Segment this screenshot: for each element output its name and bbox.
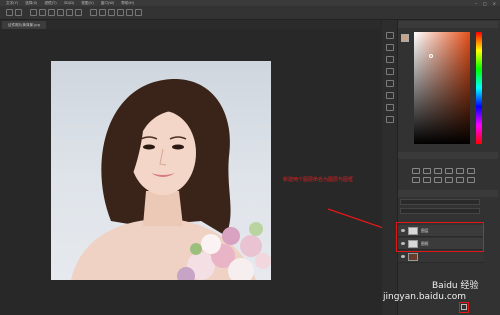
foreground-color-swatch[interactable] <box>401 34 409 42</box>
menu-item-help[interactable]: 帮助(H) <box>121 1 134 6</box>
background-thumbnail-icon <box>408 252 418 261</box>
color-panel-header[interactable] <box>398 21 498 28</box>
document-tab[interactable]: 证件照片换背景.jpg <box>2 21 46 29</box>
info-icon[interactable] <box>386 104 394 111</box>
align-top-icon[interactable] <box>30 9 37 16</box>
align-right-icon[interactable] <box>75 9 82 16</box>
vibrance-icon[interactable] <box>456 168 464 174</box>
align-middle-icon[interactable] <box>39 9 46 16</box>
layers-panel-header[interactable] <box>398 190 498 197</box>
channel-mixer-icon[interactable] <box>445 177 453 183</box>
menu-item-window[interactable]: 窗口(W) <box>101 1 115 6</box>
tool-options-group <box>6 9 22 16</box>
new-layer-icon[interactable] <box>461 304 467 310</box>
hue-saturation-icon[interactable] <box>467 168 475 174</box>
swatch-icon[interactable] <box>386 92 394 99</box>
color-picker-handle[interactable] <box>429 54 433 58</box>
distribute-right-icon[interactable] <box>135 9 142 16</box>
character-icon[interactable] <box>386 68 394 75</box>
color-balance-icon[interactable] <box>412 177 420 183</box>
distribute-middle-icon[interactable] <box>99 9 106 16</box>
distribute-bottom-icon[interactable] <box>108 9 115 16</box>
distribute-center-icon[interactable] <box>126 9 133 16</box>
blend-mode-select[interactable] <box>400 208 480 214</box>
panel-icon-strip <box>382 20 398 315</box>
align-options-group <box>30 9 82 16</box>
properties-icon[interactable] <box>386 44 394 51</box>
distribute-options-group <box>90 9 142 16</box>
photo-filter-icon[interactable] <box>434 177 442 183</box>
annotation-text: 新建两个图层命名为图层与图框 <box>283 177 354 183</box>
eye-icon[interactable] <box>401 255 405 258</box>
menu-item-filter[interactable]: 滤镜(T) <box>44 1 56 6</box>
layer-filter-field[interactable] <box>400 199 480 205</box>
navigator-icon[interactable] <box>386 116 394 123</box>
adjustments-panel-header[interactable] <box>398 152 498 159</box>
maximize-icon[interactable]: □ <box>483 1 487 6</box>
layer-row-background[interactable] <box>398 251 484 263</box>
posterize-icon[interactable] <box>467 177 475 183</box>
watermark-brand: Baidu 经验 <box>432 281 479 291</box>
hue-slider[interactable] <box>476 32 482 144</box>
distribute-top-icon[interactable] <box>90 9 97 16</box>
menu-item-view[interactable]: 视图(V) <box>81 1 93 6</box>
menu-item-select[interactable]: 选择(S) <box>25 1 37 6</box>
portrait-illustration <box>71 79 271 280</box>
brightness-icon[interactable] <box>412 168 420 174</box>
menu-item-text[interactable]: 文字(Y) <box>6 1 18 6</box>
layers-highlight-box <box>396 222 484 252</box>
paragraph-icon[interactable] <box>386 80 394 87</box>
portrait-photo <box>51 61 271 280</box>
close-icon[interactable]: × <box>493 1 496 6</box>
adjustments-grid <box>412 168 482 183</box>
invert-icon[interactable] <box>456 177 464 183</box>
move-tool-icon[interactable] <box>6 9 13 16</box>
minimize-icon[interactable]: – <box>475 1 477 6</box>
distribute-left-icon[interactable] <box>117 9 124 16</box>
options-bar <box>0 6 500 20</box>
align-left-icon[interactable] <box>57 9 64 16</box>
brush-icon[interactable] <box>386 56 394 63</box>
exposure-icon[interactable] <box>445 168 453 174</box>
align-center-icon[interactable] <box>66 9 73 16</box>
align-bottom-icon[interactable] <box>48 9 55 16</box>
watermark-url: jingyan.baidu.com <box>383 292 467 302</box>
document-tab-bar: 证件照片换背景.jpg <box>0 20 380 29</box>
color-picker-field[interactable] <box>414 32 470 144</box>
menu-item-3d[interactable]: 3D(D) <box>64 1 75 5</box>
auto-select-icon[interactable] <box>15 9 22 16</box>
history-icon[interactable] <box>386 32 394 39</box>
curves-icon[interactable] <box>434 168 442 174</box>
black-white-icon[interactable] <box>423 177 431 183</box>
levels-icon[interactable] <box>423 168 431 174</box>
